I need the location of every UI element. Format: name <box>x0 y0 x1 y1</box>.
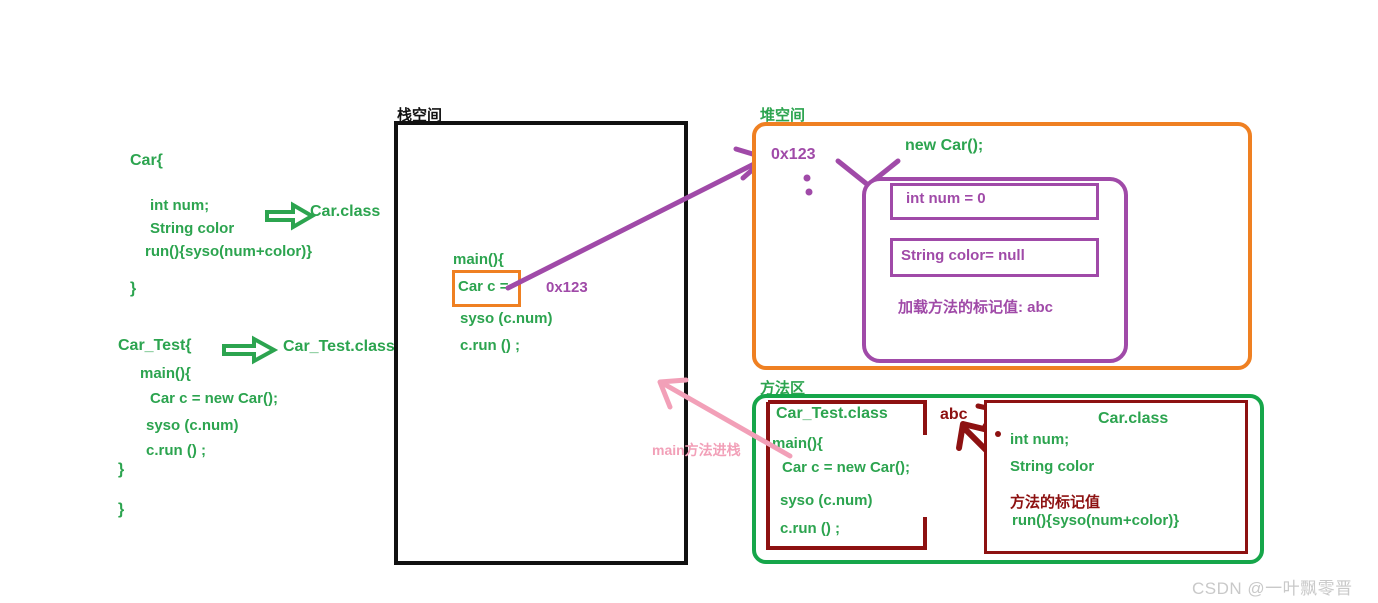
car-test-line-3: syso (c.num) <box>146 417 239 434</box>
method-area-car-class-bullet-icon <box>993 428 1005 440</box>
green-arrow-right-icon <box>265 201 316 231</box>
method-area-car-class-name: Car.class <box>1098 410 1169 427</box>
car-class-compiled-label: Car.class <box>310 203 381 220</box>
method-area-car-test-line-1: Car c = new Car(); <box>782 459 910 476</box>
green-arrow-right-icon-2 <box>222 335 279 365</box>
stack-main-frame: main(){ <box>453 251 504 268</box>
method-area-car-class-mark-label: 方法的标记值 <box>1010 494 1101 511</box>
car-class-line-3: run(){syso(num+color)} <box>145 243 313 260</box>
stack-frame-line-0: syso (c.num) <box>460 310 553 327</box>
source-car-test-class-block: Car_Test{ main(){ Car c = new Car(); sys… <box>118 337 278 519</box>
car-test-line-5: } <box>118 461 125 478</box>
car-test-line-6: } <box>118 501 125 518</box>
car-class-line-0: Car{ <box>130 152 163 169</box>
method-area-car-test-line-2: syso (c.num) <box>780 492 873 509</box>
stack-frame-header: main(){ <box>453 251 504 268</box>
heap-method-mark: 加载方法的标记值: abc <box>898 299 1054 316</box>
csdn-watermark: CSDN @一叶飘零晋 <box>1192 579 1353 598</box>
car-test-line-1: main(){ <box>140 365 191 382</box>
heap-field-color: String color= null <box>901 247 1025 264</box>
car-test-line-4: c.run () ; <box>146 442 206 459</box>
car-test-class-compiled-label: Car_Test.class <box>283 338 395 355</box>
heap-address-dots-icon <box>800 172 820 200</box>
stack-frame-line-1: c.run () ; <box>460 337 520 354</box>
main-push-stack-label: main方法进栈 <box>652 442 741 458</box>
car-class-line-4: } <box>130 280 137 297</box>
method-area-car-class-method-line: run(){syso(num+color)} <box>1012 512 1180 529</box>
method-area-car-class-line-0: int num; <box>1010 431 1070 448</box>
method-area-car-test-line-3: c.run () ; <box>780 520 840 537</box>
heap-new-expression: new Car(); <box>905 137 984 154</box>
heap-address-label: 0x123 <box>771 146 816 163</box>
method-area-car-class-line-1: String color <box>1010 458 1095 475</box>
car-test-line-2: Car c = new Car(); <box>150 390 278 407</box>
stack-to-heap-reference-arrow <box>500 145 780 295</box>
diagram-canvas: Car{ int num; String color run(){syso(nu… <box>0 0 1378 603</box>
heap-field-num: int num = 0 <box>906 190 986 207</box>
